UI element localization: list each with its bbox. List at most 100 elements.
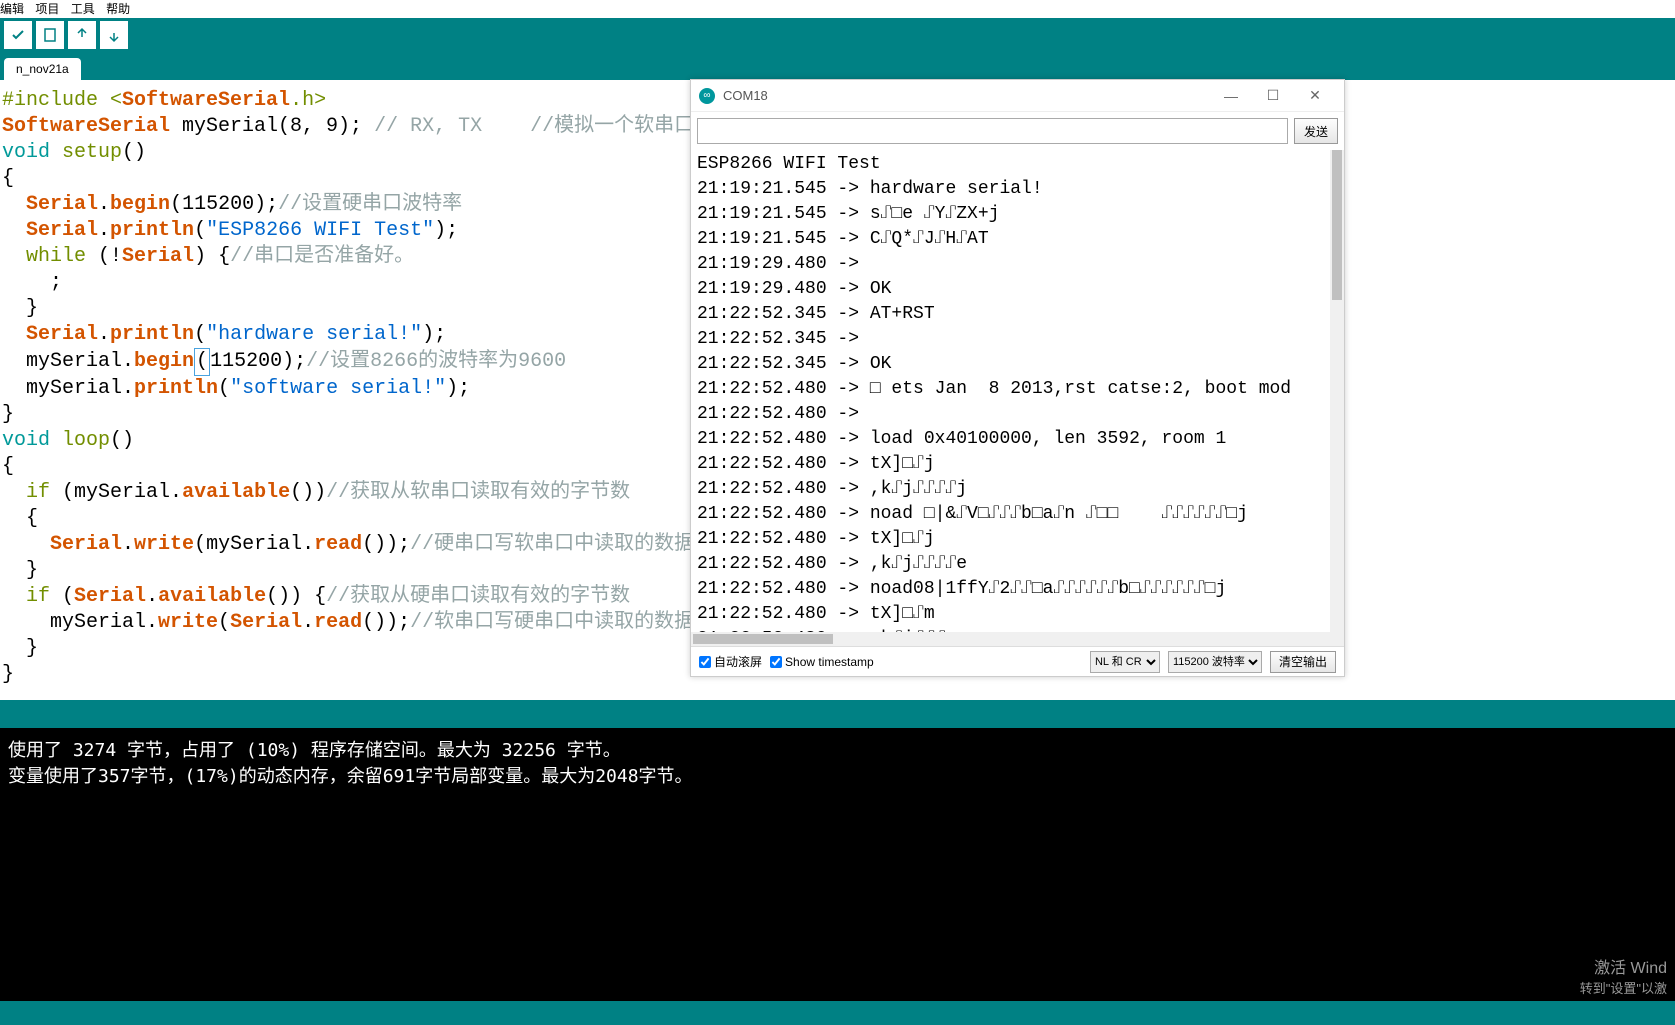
close-button[interactable]: ✕ <box>1294 82 1336 110</box>
send-button[interactable]: 发送 <box>1294 118 1338 144</box>
code-text: SoftwareSerial <box>122 89 290 112</box>
timestamp-label: Show timestamp <box>785 655 874 669</box>
horizontal-scrollbar[interactable] <box>691 632 1344 646</box>
bottom-bar <box>0 1001 1675 1025</box>
code-text: ( <box>194 219 206 242</box>
code-text: ( <box>218 377 230 400</box>
code-text: println <box>134 377 218 400</box>
code-text: available <box>182 481 290 504</box>
code-text: . <box>302 611 314 634</box>
code-text: mySerial(8, 9); <box>170 115 374 138</box>
code-text: while <box>26 245 86 268</box>
code-text: Serial <box>74 585 146 608</box>
maximize-button[interactable]: ☐ <box>1252 82 1294 110</box>
arduino-icon: ∞ <box>699 88 715 104</box>
scrollbar-thumb[interactable] <box>1332 150 1342 300</box>
timestamp-checkbox-label[interactable]: Show timestamp <box>770 655 874 669</box>
code-text: Serial <box>26 193 98 216</box>
code-text: #include < <box>2 89 122 112</box>
code-text: ( <box>218 611 230 634</box>
line-ending-select[interactable]: NL 和 CR <box>1090 651 1160 673</box>
code-text <box>50 141 62 164</box>
code-text: ( <box>194 323 206 346</box>
code-text: () <box>122 141 146 164</box>
code-text: (! <box>86 245 122 268</box>
code-text: . <box>122 533 134 556</box>
code-text: } <box>0 558 690 584</box>
menu-tools[interactable]: 工具 <box>71 2 95 16</box>
code-text: } <box>0 296 690 322</box>
autoscroll-checkbox-label[interactable]: 自动滚屏 <box>699 653 762 670</box>
code-text: setup <box>62 141 122 164</box>
code-comment: //获取从硬串口读取有效的字节数 <box>326 585 630 608</box>
code-text: . <box>98 219 110 242</box>
verify-button[interactable] <box>4 21 32 49</box>
code-text: ); <box>434 219 458 242</box>
code-string: "ESP8266 WIFI Test" <box>206 219 434 242</box>
cursor: ( <box>194 348 210 376</box>
baud-rate-select[interactable]: 115200 波特率 <box>1168 651 1262 673</box>
tab-sketch[interactable]: n_nov21a <box>4 58 81 80</box>
vertical-scrollbar[interactable] <box>1330 150 1344 632</box>
code-text: read <box>314 533 362 556</box>
code-text <box>50 429 62 452</box>
code-text <box>2 245 26 268</box>
code-text: } <box>0 402 690 428</box>
code-text: ()) <box>290 481 326 504</box>
code-comment: //获取从软串口读取有效的字节数 <box>326 481 630 504</box>
code-text <box>2 193 26 216</box>
code-text: write <box>158 611 218 634</box>
output-console: 使用了 3274 字节，占用了 (10%) 程序存储空间。最大为 32256 字… <box>0 728 1675 1001</box>
code-text: . <box>98 193 110 216</box>
code-text: ); <box>422 323 446 346</box>
autoscroll-checkbox[interactable] <box>699 656 711 668</box>
code-text: ()); <box>362 611 410 634</box>
code-text: () <box>110 429 134 452</box>
code-text <box>2 533 50 556</box>
save-button[interactable] <box>100 21 128 49</box>
code-comment: //串口是否准备好。 <box>230 245 414 268</box>
code-text: } <box>0 636 690 662</box>
serial-output[interactable]: ESP8266 WIFI Test 21:19:21.545 -> hardwa… <box>691 150 1344 632</box>
code-text: } <box>0 662 690 688</box>
code-text: (mySerial. <box>50 481 182 504</box>
scrollbar-thumb[interactable] <box>693 634 833 644</box>
code-text: ()); <box>362 533 410 556</box>
serial-input[interactable] <box>697 118 1288 144</box>
menu-project[interactable]: 项目 <box>35 2 59 16</box>
code-text: { <box>0 454 690 480</box>
new-button[interactable] <box>36 21 64 49</box>
code-comment: //硬串口写软串口中读取的数据 <box>410 533 694 556</box>
code-text: begin <box>134 350 194 373</box>
clear-output-button[interactable]: 清空输出 <box>1270 651 1336 673</box>
minimize-button[interactable]: — <box>1210 82 1252 110</box>
code-text: Serial <box>26 323 98 346</box>
menu-edit[interactable]: 编辑 <box>0 2 24 16</box>
serial-title: COM18 <box>723 88 1210 103</box>
autoscroll-label: 自动滚屏 <box>714 653 762 670</box>
console-line: 使用了 3274 字节，占用了 (10%) 程序存储空间。最大为 32256 字… <box>8 738 1667 764</box>
code-text: 115200); <box>210 350 306 373</box>
serial-titlebar[interactable]: ∞ COM18 — ☐ ✕ <box>691 80 1344 112</box>
code-text: Serial <box>50 533 122 556</box>
code-text: void <box>2 141 50 164</box>
code-text: mySerial. <box>2 350 134 373</box>
serial-send-row: 发送 <box>691 112 1344 150</box>
code-text: read <box>314 611 362 634</box>
watermark-subtitle: 转到"设置"以激 <box>1580 978 1667 997</box>
code-text: (mySerial. <box>194 533 314 556</box>
open-button[interactable] <box>68 21 96 49</box>
tab-bar: n_nov21a <box>0 52 1675 80</box>
code-comment: // RX, TX //模拟一个软串口 <box>374 115 694 138</box>
code-text <box>2 219 26 242</box>
code-string: "software serial!" <box>230 377 446 400</box>
timestamp-checkbox[interactable] <box>770 656 782 668</box>
serial-monitor-window: ∞ COM18 — ☐ ✕ 发送 ESP8266 WIFI Test 21:19… <box>690 79 1345 677</box>
code-text: write <box>134 533 194 556</box>
code-text: ) { <box>194 245 230 268</box>
code-editor[interactable]: #include <SoftwareSerial.h> SoftwareSeri… <box>0 80 690 696</box>
status-bar <box>0 700 1675 728</box>
code-text: mySerial. <box>2 611 158 634</box>
code-text: ; <box>0 270 690 296</box>
menu-help[interactable]: 帮助 <box>106 2 130 16</box>
